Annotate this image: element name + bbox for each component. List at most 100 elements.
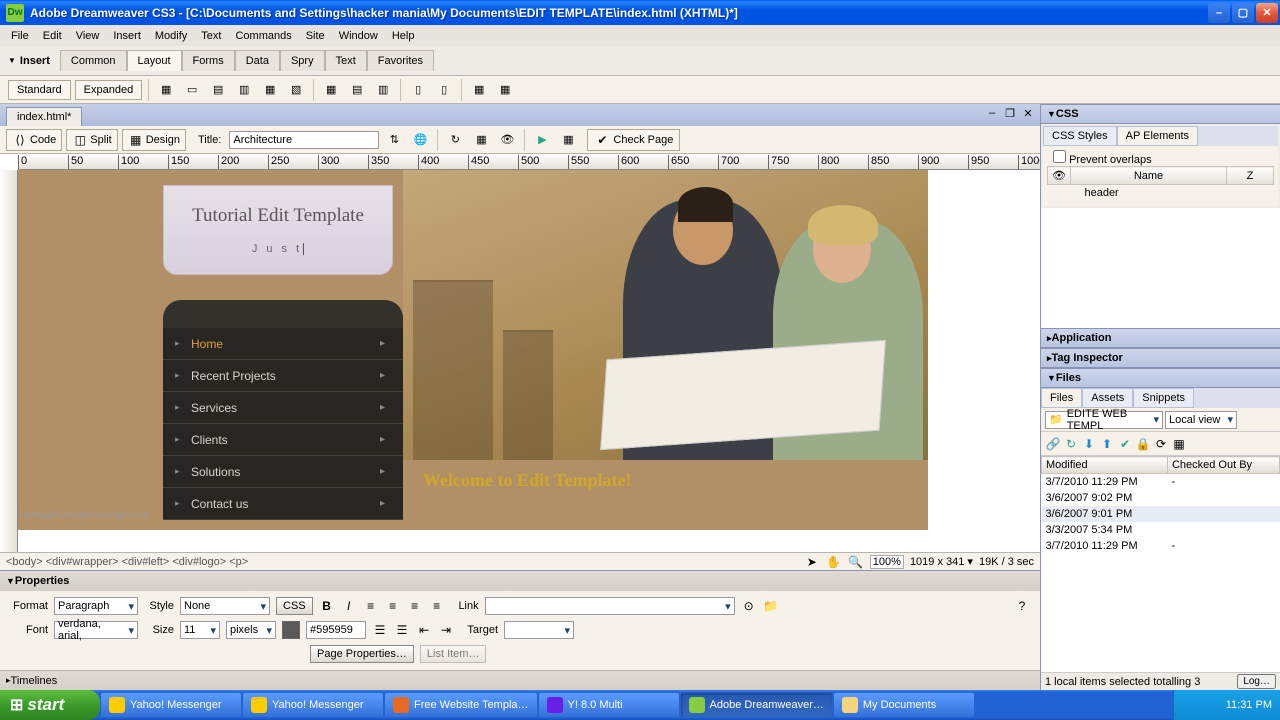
page-properties-button[interactable]: Page Properties… bbox=[310, 645, 414, 663]
ap-row[interactable]: header bbox=[1048, 185, 1274, 202]
log-button[interactable]: Log… bbox=[1237, 674, 1276, 689]
browser-compat-icon[interactable]: ▦ bbox=[557, 129, 579, 151]
doc-close-icon[interactable]: ✕ bbox=[1020, 106, 1036, 120]
preview-icon[interactable]: 🌐 bbox=[409, 129, 431, 151]
checkin-icon[interactable]: 🔒 bbox=[1135, 436, 1151, 452]
standard-mode-button[interactable]: Standard bbox=[8, 80, 71, 100]
menu-view[interactable]: View bbox=[69, 28, 107, 44]
task-item[interactable]: Yahoo! Messenger bbox=[101, 693, 241, 717]
tag-inspector-panel-header[interactable]: Tag Inspector bbox=[1041, 348, 1280, 368]
refresh-icon[interactable]: ↻ bbox=[444, 129, 466, 151]
timelines-panel[interactable]: Timelines bbox=[0, 670, 1040, 690]
ap-elements-tab[interactable]: AP Elements bbox=[1117, 126, 1198, 146]
insert-div-icon[interactable]: ▦ bbox=[155, 79, 177, 101]
size-unit-select[interactable]: pixels bbox=[226, 621, 276, 639]
nav-home[interactable]: Home bbox=[163, 328, 403, 360]
task-item[interactable]: Yahoo! Messenger bbox=[243, 693, 383, 717]
spry-tabbed-icon[interactable]: ▥ bbox=[233, 79, 255, 101]
css-button[interactable]: CSS bbox=[276, 597, 313, 615]
align-right-icon[interactable]: ≡ bbox=[407, 598, 423, 614]
design-view-button[interactable]: ▦Design bbox=[122, 129, 186, 151]
insert-tab-forms[interactable]: Forms bbox=[182, 50, 235, 71]
task-item[interactable]: Free Website Templa… bbox=[385, 693, 537, 717]
system-tray[interactable]: 11:31 PM bbox=[1173, 690, 1280, 720]
hand-icon[interactable]: ✋ bbox=[826, 554, 842, 570]
checkout-icon[interactable]: ✔ bbox=[1117, 436, 1133, 452]
files-panel-header[interactable]: Files bbox=[1041, 368, 1280, 388]
menu-commands[interactable]: Commands bbox=[228, 28, 298, 44]
visual-aids-icon[interactable]: 👁 bbox=[496, 129, 518, 151]
ul-icon[interactable]: ☰ bbox=[372, 622, 388, 638]
point-to-file-icon[interactable]: ⊙ bbox=[741, 598, 757, 614]
put-icon[interactable]: ⬆ bbox=[1099, 436, 1115, 452]
close-button[interactable]: ✕ bbox=[1256, 3, 1278, 23]
file-row[interactable]: 3/7/2010 11:29 PM- bbox=[1042, 474, 1280, 491]
name-col[interactable]: Name bbox=[1070, 167, 1226, 185]
split-view-button[interactable]: ◫Split bbox=[66, 129, 117, 151]
file-row[interactable]: 3/7/2010 11:29 PM- bbox=[1042, 538, 1280, 554]
minimize-button[interactable]: – bbox=[1208, 3, 1230, 23]
file-row[interactable]: 3/3/2007 5:34 PM bbox=[1042, 522, 1280, 538]
bold-icon[interactable]: B bbox=[319, 598, 335, 614]
table-icon[interactable]: ▦ bbox=[320, 79, 342, 101]
draw-ap-div-icon[interactable]: ▭ bbox=[181, 79, 203, 101]
assets-tab[interactable]: Assets bbox=[1082, 388, 1133, 408]
connect-icon[interactable]: 🔗 bbox=[1045, 436, 1061, 452]
outdent-icon[interactable]: ⇤ bbox=[416, 622, 432, 638]
insert-tab-spry[interactable]: Spry bbox=[280, 50, 325, 71]
css-panel-header[interactable]: CSS bbox=[1041, 104, 1280, 124]
color-input[interactable] bbox=[306, 621, 366, 639]
nav-solutions[interactable]: Solutions bbox=[163, 456, 403, 488]
iframe-icon[interactable]: ▦ bbox=[494, 79, 516, 101]
page-title-input[interactable] bbox=[229, 131, 379, 149]
checked-col[interactable]: Checked Out By bbox=[1167, 457, 1279, 474]
target-select[interactable] bbox=[504, 621, 574, 639]
view-select[interactable]: Local view bbox=[1165, 411, 1237, 429]
view-options-icon[interactable]: ▦ bbox=[470, 129, 492, 151]
tray-icon[interactable] bbox=[1204, 697, 1220, 713]
insert-row-below-icon[interactable]: ▥ bbox=[372, 79, 394, 101]
insert-col-left-icon[interactable]: ▯ bbox=[407, 79, 429, 101]
frames-icon[interactable]: ▦ bbox=[468, 79, 490, 101]
sync-icon[interactable]: ⟳ bbox=[1153, 436, 1169, 452]
nav-recent[interactable]: Recent Projects bbox=[163, 360, 403, 392]
start-button[interactable]: start bbox=[0, 690, 100, 720]
insert-tab-text[interactable]: Text bbox=[325, 50, 367, 71]
maximize-button[interactable]: ▢ bbox=[1232, 3, 1254, 23]
menu-help[interactable]: Help bbox=[385, 28, 422, 44]
menu-file[interactable]: File bbox=[4, 28, 36, 44]
insert-row-above-icon[interactable]: ▤ bbox=[346, 79, 368, 101]
spry-collapsible-icon[interactable]: ▧ bbox=[285, 79, 307, 101]
style-select[interactable]: None bbox=[180, 597, 270, 615]
check-page-button[interactable]: ✔Check Page bbox=[587, 129, 680, 151]
help-icon[interactable]: ? bbox=[1014, 598, 1030, 614]
code-view-button[interactable]: ⟨⟩Code bbox=[6, 129, 62, 151]
logo-box[interactable]: Tutorial Edit Template J u s t bbox=[163, 185, 393, 275]
file-mgmt-icon[interactable]: ⇅ bbox=[383, 129, 405, 151]
tray-icon[interactable] bbox=[1182, 697, 1198, 713]
nav-clients[interactable]: Clients bbox=[163, 424, 403, 456]
vis-col[interactable]: 👁 bbox=[1048, 167, 1071, 185]
insert-tab-common[interactable]: Common bbox=[60, 50, 127, 71]
insert-tab-favorites[interactable]: Favorites bbox=[367, 50, 434, 71]
tag-path[interactable]: <body> <div#wrapper> <div#left> <div#log… bbox=[6, 556, 804, 568]
align-center-icon[interactable]: ≡ bbox=[385, 598, 401, 614]
menu-text[interactable]: Text bbox=[194, 28, 228, 44]
design-canvas[interactable]: Tutorial Edit Template J u s t Home bbox=[18, 170, 1040, 552]
insert-col-right-icon[interactable]: ▯ bbox=[433, 79, 455, 101]
get-icon[interactable]: ⬇ bbox=[1081, 436, 1097, 452]
site-select[interactable]: 📁 EDITE WEB TEMPL bbox=[1045, 411, 1163, 429]
css-styles-tab[interactable]: CSS Styles bbox=[1043, 126, 1117, 146]
expanded-mode-button[interactable]: Expanded bbox=[75, 80, 143, 100]
nav-contact[interactable]: Contact us bbox=[163, 488, 403, 520]
file-row[interactable]: 3/6/2007 9:01 PM bbox=[1042, 506, 1280, 522]
pointer-icon[interactable]: ➤ bbox=[804, 554, 820, 570]
insert-tab-layout[interactable]: Layout bbox=[127, 50, 182, 71]
font-select[interactable]: verdana, arial, bbox=[54, 621, 138, 639]
nav-services[interactable]: Services bbox=[163, 392, 403, 424]
color-swatch[interactable] bbox=[282, 621, 300, 639]
italic-icon[interactable]: I bbox=[341, 598, 357, 614]
validate-icon[interactable]: ▶ bbox=[531, 129, 553, 151]
refresh-files-icon[interactable]: ↻ bbox=[1063, 436, 1079, 452]
menu-edit[interactable]: Edit bbox=[36, 28, 69, 44]
